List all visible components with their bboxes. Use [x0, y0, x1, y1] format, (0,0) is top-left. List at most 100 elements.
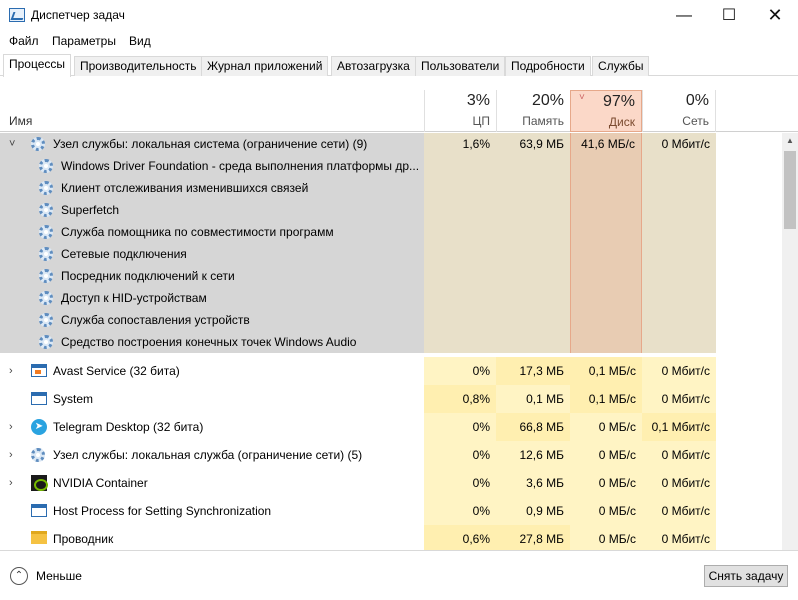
list-item[interactable]: Средство построения конечных точек Windo…: [0, 331, 782, 353]
column-network[interactable]: 0% Сеть: [642, 90, 716, 132]
gear-icon: [39, 291, 53, 305]
column-disk[interactable]: ˅ 97% Диск: [570, 90, 642, 132]
service-name: Служба помощника по совместимости програ…: [61, 225, 334, 239]
memory-value: 12,6 МБ: [496, 441, 570, 469]
fewer-details-icon[interactable]: ⌃: [10, 567, 28, 585]
system-window-icon: [31, 392, 47, 405]
disk-value: 0 МБ/с: [570, 525, 642, 550]
list-item[interactable]: Служба помощника по совместимости програ…: [0, 221, 782, 243]
gear-icon: [39, 159, 53, 173]
vertical-scrollbar[interactable]: ▲: [782, 133, 798, 550]
expand-arrow-icon[interactable]: ›: [9, 441, 13, 469]
process-table: Имя 3% ЦП 20% Память ˅ 97% Диск 0% Сеть …: [0, 90, 798, 550]
disk-value: 0,1 МБ/с: [570, 357, 642, 385]
expand-arrow-icon[interactable]: ›: [9, 357, 13, 385]
memory-value: 66,8 МБ: [496, 413, 570, 441]
process-name: Telegram Desktop (32 бита): [53, 420, 204, 434]
window-icon: [31, 504, 47, 517]
tab-performance[interactable]: Производительность: [74, 56, 203, 76]
network-value: 0 Мбит/с: [642, 497, 716, 525]
list-item[interactable]: Доступ к HID-устройствам: [0, 287, 782, 309]
window-title: Диспетчер задач: [31, 8, 125, 22]
process-name: Host Process for Setting Synchronization: [53, 504, 272, 518]
table-row[interactable]: Host Process for Setting Synchronization…: [0, 497, 782, 525]
column-name[interactable]: Имя: [9, 114, 32, 128]
task-manager-icon: [9, 8, 25, 22]
telegram-icon: ➤: [31, 419, 47, 435]
tab-app-history[interactable]: Журнал приложений: [201, 56, 329, 76]
list-item[interactable]: Windows Driver Foundation - среда выполн…: [0, 155, 782, 177]
cpu-value: 0%: [424, 469, 496, 497]
disk-value: 0,1 МБ/с: [570, 385, 642, 413]
cpu-value: 0%: [424, 497, 496, 525]
memory-value: 0,1 МБ: [496, 385, 570, 413]
gear-icon: [39, 313, 53, 327]
list-item[interactable]: Superfetch: [0, 199, 782, 221]
end-task-button[interactable]: Снять задачу: [704, 565, 788, 587]
network-value: 0 Мбит/с: [642, 525, 716, 550]
table-row[interactable]: Проводник 0,6% 27,8 МБ 0 МБ/с 0 Мбит/с: [0, 525, 782, 550]
maximize-button[interactable]: ☐: [706, 0, 752, 31]
name-cell: ˅ Узел службы: локальная система (ограни…: [0, 133, 424, 155]
network-value: 0 Мбит/с: [642, 133, 716, 155]
scroll-thumb[interactable]: [784, 151, 796, 229]
avast-window-icon: [31, 364, 47, 377]
disk-value: 0 МБ/с: [570, 497, 642, 525]
disk-value: 0 МБ/с: [570, 441, 642, 469]
gear-icon: [39, 181, 53, 195]
network-value: 0 Мбит/с: [642, 441, 716, 469]
table-row[interactable]: › Узел службы: локальная служба (огранич…: [0, 441, 782, 469]
table-row[interactable]: ˅ Узел службы: локальная система (ограни…: [0, 133, 782, 155]
cpu-value: 0,6%: [424, 525, 496, 550]
service-name: Клиент отслеживания изменившихся связей: [61, 181, 309, 195]
cpu-value: 0%: [424, 413, 496, 441]
cpu-label: ЦП: [472, 114, 490, 128]
list-item[interactable]: Посредник подключений к сети: [0, 265, 782, 287]
service-name: Сетевые подключения: [61, 247, 187, 261]
menu-file[interactable]: Файл: [9, 34, 39, 48]
table-row[interactable]: System 0,8% 0,1 МБ 0,1 МБ/с 0 Мбит/с: [0, 385, 782, 413]
column-cpu[interactable]: 3% ЦП: [424, 90, 496, 132]
gear-icon: [31, 137, 45, 151]
network-total: 0%: [685, 92, 709, 109]
menu-view[interactable]: Вид: [129, 34, 151, 48]
menu-options[interactable]: Параметры: [52, 34, 116, 48]
table-row[interactable]: › Avast Service (32 бита) 0% 17,3 МБ 0,1…: [0, 357, 782, 385]
expand-arrow-icon[interactable]: ›: [9, 413, 13, 441]
minimize-button[interactable]: —: [661, 0, 707, 31]
process-name: Узел службы: локальная служба (ограничен…: [53, 448, 363, 462]
table-row[interactable]: › NVIDIA Container 0% 3,6 МБ 0 МБ/с 0 Мб…: [0, 469, 782, 497]
service-name: Посредник подключений к сети: [61, 269, 235, 283]
cpu-value: 0%: [424, 357, 496, 385]
disk-label: Диск: [608, 115, 635, 129]
tab-startup[interactable]: Автозагрузка: [331, 56, 416, 76]
expand-arrow-icon[interactable]: ›: [9, 469, 13, 497]
column-memory[interactable]: 20% Память: [496, 90, 570, 132]
scroll-up-icon[interactable]: ▲: [782, 133, 798, 149]
tab-users[interactable]: Пользователи: [415, 56, 506, 76]
network-value: 0,1 Мбит/с: [642, 413, 716, 441]
expand-arrow-icon[interactable]: ˅: [9, 133, 15, 155]
tab-details[interactable]: Подробности: [505, 56, 591, 76]
cpu-value: 0,8%: [424, 385, 496, 413]
table-row[interactable]: › ➤ Telegram Desktop (32 бита) 0% 66,8 М…: [0, 413, 782, 441]
tab-services[interactable]: Службы: [592, 56, 650, 76]
fewer-details-link[interactable]: Меньше: [36, 569, 82, 583]
gear-icon: [31, 448, 45, 462]
disk-value: 41,6 МБ/с: [570, 133, 642, 155]
tab-processes[interactable]: Процессы: [3, 54, 72, 77]
cpu-value: 1,6%: [424, 133, 496, 155]
sort-descending-icon: ˅: [579, 92, 585, 103]
list-item[interactable]: Клиент отслеживания изменившихся связей: [0, 177, 782, 199]
network-value: 0 Мбит/с: [642, 469, 716, 497]
network-label: Сеть: [682, 114, 709, 128]
tab-bar: Процессы Производительность Журнал прило…: [0, 54, 798, 77]
service-name: Средство построения конечных точек Windo…: [61, 335, 357, 349]
list-item[interactable]: Служба сопоставления устройств: [0, 309, 782, 331]
close-button[interactable]: ✕: [752, 0, 798, 31]
memory-value: 0,9 МБ: [496, 497, 570, 525]
network-value: 0 Мбит/с: [642, 357, 716, 385]
title-bar: Диспетчер задач — ☐ ✕: [0, 0, 798, 31]
list-item[interactable]: Сетевые подключения: [0, 243, 782, 265]
menu-bar: Файл Параметры Вид: [0, 31, 798, 51]
